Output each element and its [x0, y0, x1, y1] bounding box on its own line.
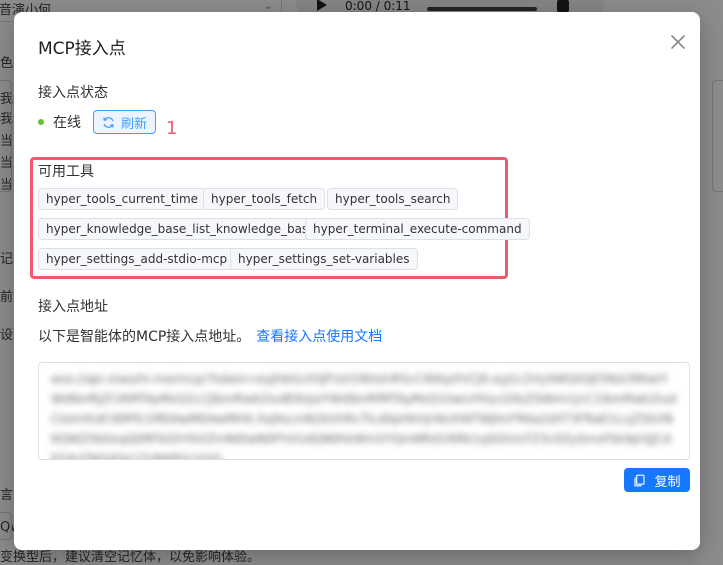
mcp-endpoint-dialog: MCP接入点 接入点状态 在线 刷新 1 可用工具 hyper_tools_cu… — [14, 12, 700, 550]
copy-icon — [634, 474, 646, 486]
address-section-title: 接入点地址 — [38, 299, 108, 315]
tool-tag: hyper_tools_search — [327, 188, 459, 210]
tool-tag: hyper_tools_current_time — [38, 188, 207, 210]
refresh-icon — [103, 116, 114, 128]
tool-tag: hyper_settings_add-stdio-mcp — [38, 248, 236, 270]
tool-tag: hyper_terminal_execute-command — [305, 218, 530, 240]
address-description-text: 以下是智能体的MCP接入点地址。 — [38, 329, 251, 345]
refresh-label: 刷新 — [121, 116, 148, 132]
tools-section-title: 可用工具 — [38, 164, 94, 180]
copy-label: 复制 — [654, 474, 681, 490]
status-section-title: 接入点状态 — [38, 85, 108, 101]
annotation-number: 1 — [166, 118, 178, 139]
doc-link[interactable]: 查看接入点使用文档 — [256, 329, 382, 345]
address-description: 以下是智能体的MCP接入点地址。 查看接入点使用文档 — [38, 326, 382, 346]
refresh-button[interactable]: 刷新 — [93, 110, 157, 134]
copy-button[interactable]: 复制 — [624, 468, 690, 492]
status-text: 在线 — [53, 115, 81, 131]
close-icon — [671, 35, 685, 49]
endpoint-address-value: wss://api.xiaozhi.me/mcp/?token=eyJhbGci… — [51, 372, 677, 460]
tool-tag: hyper_knowledge_base_list_knowledge_base — [38, 218, 324, 240]
dialog-title: MCP接入点 — [38, 39, 126, 59]
tool-tag: hyper_settings_set-variables — [230, 248, 418, 270]
endpoint-address-field[interactable]: wss://api.xiaozhi.me/mcp/?token=eyJhbGci… — [38, 362, 690, 460]
status-row: 在线 刷新 — [38, 110, 157, 134]
online-status-dot — [38, 119, 44, 125]
tool-tag: hyper_tools_fetch — [203, 188, 326, 210]
close-button[interactable] — [666, 30, 690, 54]
